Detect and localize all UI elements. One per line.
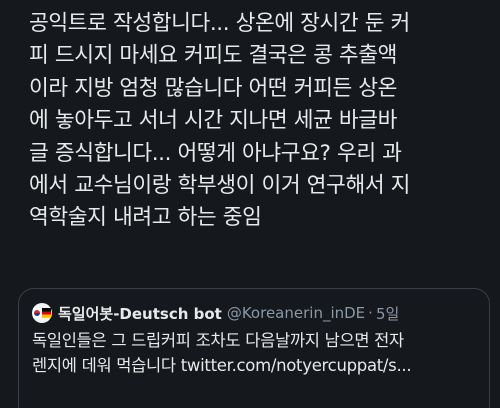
quoted-tweet-age[interactable]: 5일 xyxy=(376,303,399,324)
tweet-text-line: 글 증식합니다... 어떻게 아냐구요? 우리 과 xyxy=(29,140,402,166)
korea-germany-flags-icon[interactable] xyxy=(32,303,52,323)
quoted-author-handle[interactable]: @Koreanerin_inDE xyxy=(227,304,365,322)
tweet-text-line: 이라 지방 엄청 많습니다 어떤 커피든 상온 xyxy=(29,75,398,101)
quoted-tweet-card[interactable]: 독일어봇-Deutsch bot @Koreanerin_inDE · 5일 독… xyxy=(18,288,490,408)
header-separator: · xyxy=(368,304,373,322)
quoted-text-line: 렌지에 데워 먹습니다 twitter.com/notyercuppat/s..… xyxy=(32,355,412,375)
quoted-author-name[interactable]: 독일어봇-Deutsch bot xyxy=(58,303,222,324)
tweet-text-line: 공익트로 작성합니다... 상온에 장시간 둔 커 xyxy=(29,11,410,36)
quoted-text-line: 독일인들은 그 드립커피 조차도 다음날까지 남으면 전자 xyxy=(32,331,404,350)
tweet-text-line: 역학술지 내려고 하는 중임 xyxy=(29,205,262,231)
tweet-body: 공익트로 작성합니다... 상온에 장시간 둔 커 피 드시지 마세요 커피도 … xyxy=(29,8,491,235)
tweet-text-line: 피 드시지 마세요 커피도 결국은 콩 추출액 xyxy=(29,43,398,69)
germany-flag-icon xyxy=(42,308,51,318)
quoted-tweet-header: 독일어봇-Deutsch bot @Koreanerin_inDE · 5일 xyxy=(32,302,399,324)
quoted-tweet-text: 독일인들은 그 드립커피 조차도 다음날까지 남으면 전자 렌지에 데워 먹습니… xyxy=(32,329,412,378)
tweet-text-line: 에 놓아두고 서너 시간 지나면 세균 바글바 xyxy=(29,108,398,134)
tweet-text-line: 에서 교수님이랑 학부생이 이거 연구해서 지 xyxy=(29,172,411,198)
korea-flag-icon xyxy=(33,308,41,318)
